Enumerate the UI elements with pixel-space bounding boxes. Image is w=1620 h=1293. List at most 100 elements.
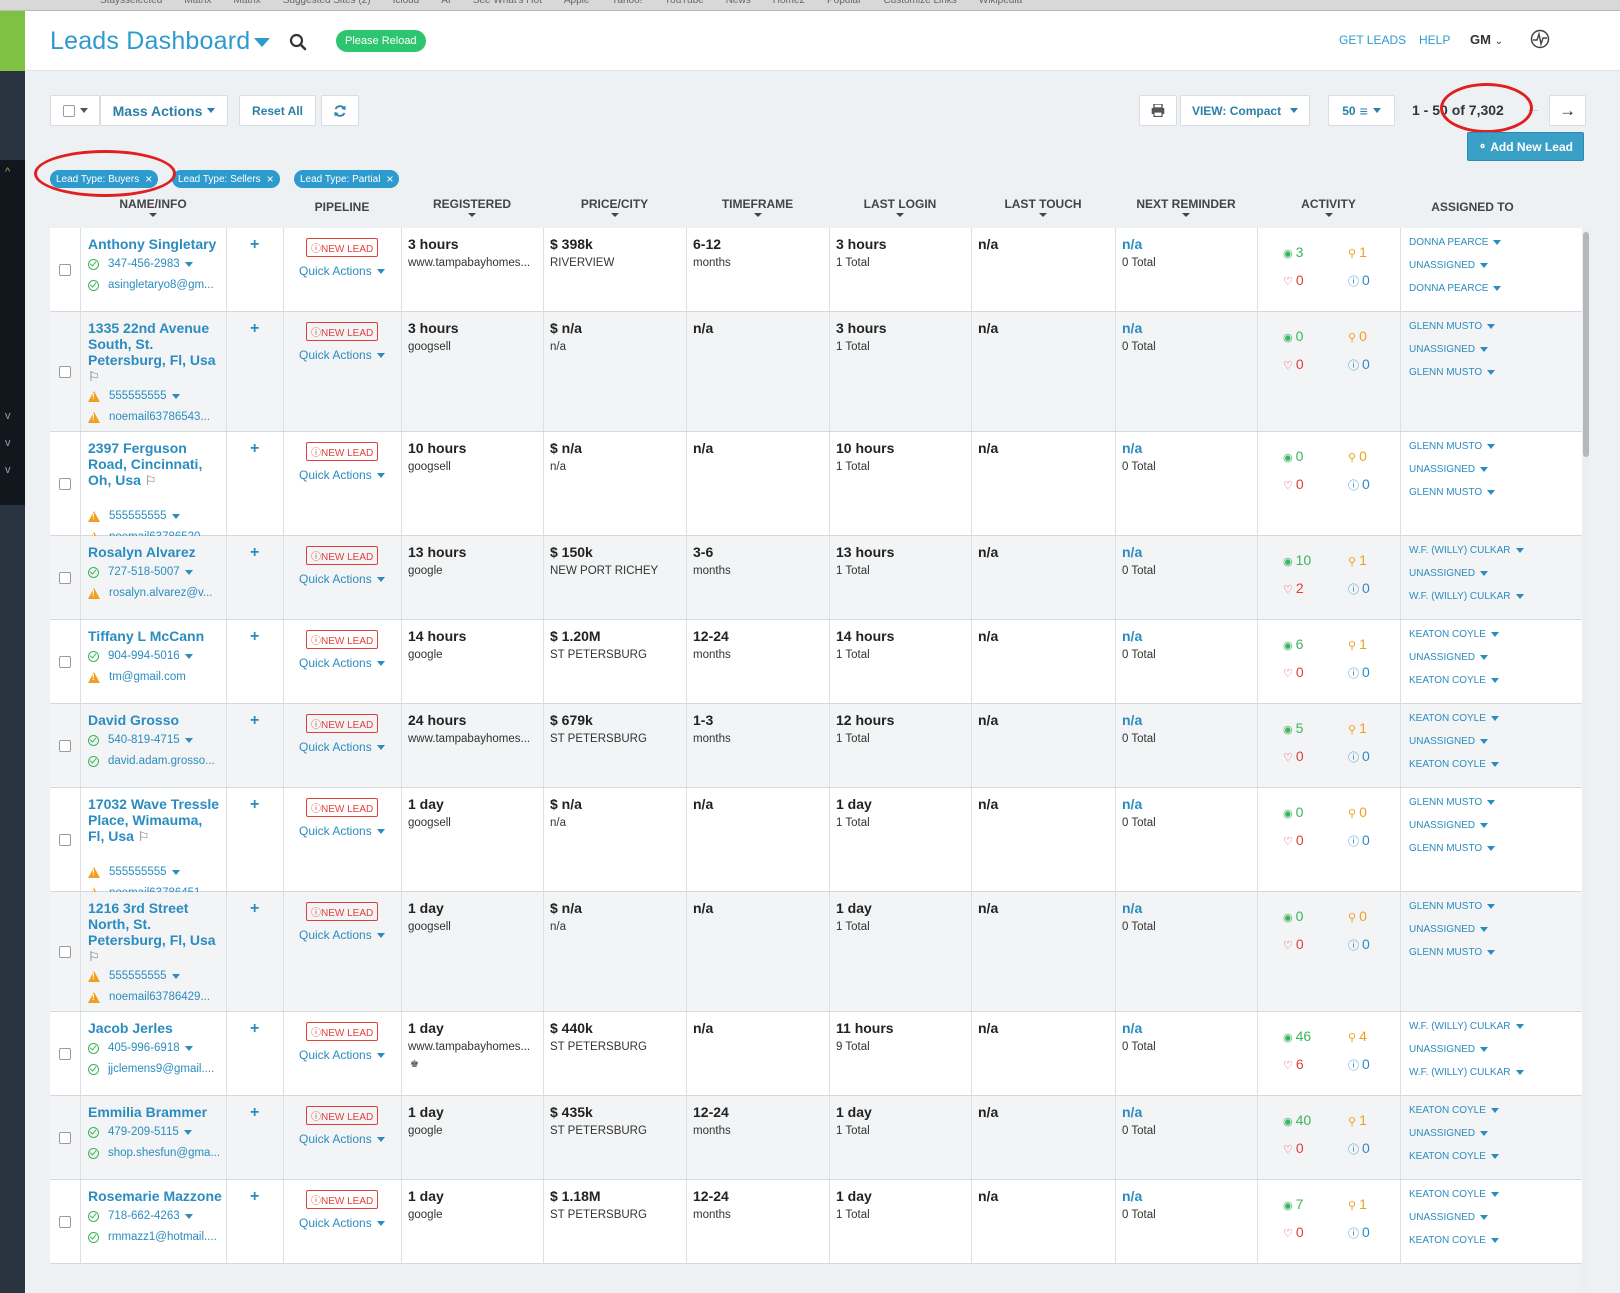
lead-name-link[interactable]: Jacob Jerles [88,1020,222,1036]
assigned-lender-dropdown[interactable]: UNASSIGNED [1409,924,1489,935]
searches-count[interactable]: ⚲ 1 [1348,552,1367,568]
questions-count[interactable]: ⓘ 0 [1348,1056,1370,1073]
bookmark-link[interactable]: Yahoo! [611,0,642,6]
column-header-registered[interactable]: REGISTERED [401,197,543,217]
chevron-down-icon[interactable]: v [5,437,11,449]
lead-phone[interactable]: 405-996-6918 [88,1042,226,1054]
pipeline-status-badge[interactable]: ⓘNEW LEAD [306,630,379,649]
select-all-dropdown[interactable] [50,95,100,126]
searches-count[interactable]: ⚲ 0 [1348,448,1367,464]
column-header-last-login[interactable]: LAST LOGIN [829,197,971,217]
lead-phone[interactable]: 479-209-5115 [88,1126,226,1138]
lead-email[interactable]: shop.shesfun@gma... [88,1147,226,1159]
row-checkbox[interactable] [59,1216,71,1228]
pipeline-status-badge[interactable]: ⓘNEW LEAD [306,798,379,817]
assigned-isa-dropdown[interactable]: DONNA PEARCE [1409,283,1502,294]
favorites-count[interactable]: ♡ 0 [1283,272,1304,288]
next-reminder-link[interactable]: n/a [1122,628,1142,644]
next-reminder-link[interactable]: n/a [1122,320,1142,336]
chevron-down-icon[interactable]: v [5,410,11,422]
questions-count[interactable]: ⓘ 0 [1348,356,1370,373]
lead-name-link[interactable]: Rosemarie Mazzone [88,1188,222,1204]
mass-actions-button[interactable]: Mass Actions [100,95,228,126]
assigned-lender-dropdown[interactable]: UNASSIGNED [1409,1212,1489,1223]
filter-tag-sellers[interactable]: Lead Type: Sellers × [172,170,280,188]
search-icon[interactable] [289,33,307,51]
assigned-agent-dropdown[interactable]: GLENN MUSTO [1409,441,1496,452]
questions-count[interactable]: ⓘ 0 [1348,1140,1370,1157]
assigned-lender-dropdown[interactable]: UNASSIGNED [1409,1044,1489,1055]
lead-email[interactable]: noemail63786429... [88,991,226,1003]
searches-count[interactable]: ⚲ 1 [1348,720,1367,736]
view-dropdown[interactable]: VIEW: Compact [1180,95,1310,126]
pipeline-status-badge[interactable]: ⓘNEW LEAD [306,1106,379,1125]
filter-tag-partial[interactable]: Lead Type: Partial × [294,170,400,188]
assigned-agent-dropdown[interactable]: GLENN MUSTO [1409,797,1496,808]
flag-icon[interactable]: ⚐ [88,949,100,964]
quick-actions-dropdown[interactable]: Quick Actions [299,264,385,278]
assigned-lender-dropdown[interactable]: UNASSIGNED [1409,820,1489,831]
favorites-count[interactable]: ♡ 0 [1283,356,1304,372]
column-header-activity[interactable]: ACTIVITY [1257,197,1400,217]
assigned-lender-dropdown[interactable]: UNASSIGNED [1409,568,1489,579]
searches-count[interactable]: ⚲ 1 [1348,1112,1367,1128]
lead-email[interactable]: noemail63786543... [88,411,226,423]
next-page-button[interactable]: → [1549,95,1586,126]
pipeline-status-badge[interactable]: ⓘNEW LEAD [306,1022,379,1041]
close-icon[interactable]: × [386,172,393,186]
searches-count[interactable]: ⚲ 0 [1348,328,1367,344]
row-checkbox[interactable] [59,834,71,846]
next-reminder-link[interactable]: n/a [1122,1104,1142,1120]
views-count[interactable]: ◉ 6 [1283,636,1303,652]
next-reminder-link[interactable]: n/a [1122,1188,1142,1204]
views-count[interactable]: ◉ 5 [1283,720,1303,736]
next-reminder-link[interactable]: n/a [1122,900,1142,916]
assigned-isa-dropdown[interactable]: GLENN MUSTO [1409,367,1496,378]
lead-phone[interactable]: 555555555 [88,866,226,878]
questions-count[interactable]: ⓘ 0 [1348,580,1370,597]
assigned-agent-dropdown[interactable]: W.F. (WILLY) CULKAR [1409,545,1524,556]
get-leads-link[interactable]: GET LEADS [1339,33,1406,47]
assigned-isa-dropdown[interactable]: KEATON COYLE [1409,1235,1499,1246]
bookmark-link[interactable]: See What's Hot [473,0,542,6]
lead-name-link[interactable]: David Grosso [88,712,222,728]
searches-count[interactable]: ⚲ 0 [1348,804,1367,820]
lead-phone[interactable]: 555555555 [88,390,226,402]
assigned-lender-dropdown[interactable]: UNASSIGNED [1409,1128,1489,1139]
questions-count[interactable]: ⓘ 0 [1348,1224,1370,1241]
assigned-isa-dropdown[interactable]: W.F. (WILLY) CULKAR [1409,1067,1524,1078]
searches-count[interactable]: ⚲ 1 [1348,244,1367,260]
plus-icon[interactable]: + [250,236,259,254]
flag-icon[interactable]: ⚐ [88,369,100,384]
column-header-timeframe[interactable]: TIMEFRAME [686,197,829,217]
assigned-isa-dropdown[interactable]: GLENN MUSTO [1409,947,1496,958]
column-header-last-touch[interactable]: LAST TOUCH [971,197,1115,217]
assigned-lender-dropdown[interactable]: UNASSIGNED [1409,652,1489,663]
row-checkbox[interactable] [59,656,71,668]
lead-email[interactable]: jjclemens9@gmail.... [88,1063,226,1075]
quick-actions-dropdown[interactable]: Quick Actions [299,1216,385,1230]
assigned-lender-dropdown[interactable]: UNASSIGNED [1409,260,1489,271]
quick-actions-dropdown[interactable]: Quick Actions [299,1132,385,1146]
plus-icon[interactable]: + [250,900,259,918]
assigned-agent-dropdown[interactable]: GLENN MUSTO [1409,321,1496,332]
column-header-name[interactable]: NAME/INFO [80,197,226,217]
page-title[interactable]: Leads Dashboard [50,27,271,56]
assigned-isa-dropdown[interactable]: GLENN MUSTO [1409,487,1496,498]
plus-icon[interactable]: + [250,1020,259,1038]
pipeline-status-badge[interactable]: ⓘNEW LEAD [306,1190,379,1209]
lead-email[interactable]: tm@gmail.com [88,671,226,683]
favorites-count[interactable]: ♡ 6 [1283,1056,1304,1072]
favorites-count[interactable]: ♡ 0 [1283,664,1304,680]
assigned-isa-dropdown[interactable]: KEATON COYLE [1409,759,1499,770]
bookmark-link[interactable]: Apple [564,0,590,6]
bookmark-link[interactable]: Staysselected [100,0,162,6]
questions-count[interactable]: ⓘ 0 [1348,748,1370,765]
close-icon[interactable]: × [267,172,274,186]
favorites-count[interactable]: ♡ 0 [1283,1140,1304,1156]
next-reminder-link[interactable]: n/a [1122,236,1142,252]
questions-count[interactable]: ⓘ 0 [1348,664,1370,681]
user-menu[interactable]: GM ⌄ [1470,32,1503,47]
flag-icon[interactable]: ⚐ [138,829,150,844]
assigned-isa-dropdown[interactable]: GLENN MUSTO [1409,843,1496,854]
